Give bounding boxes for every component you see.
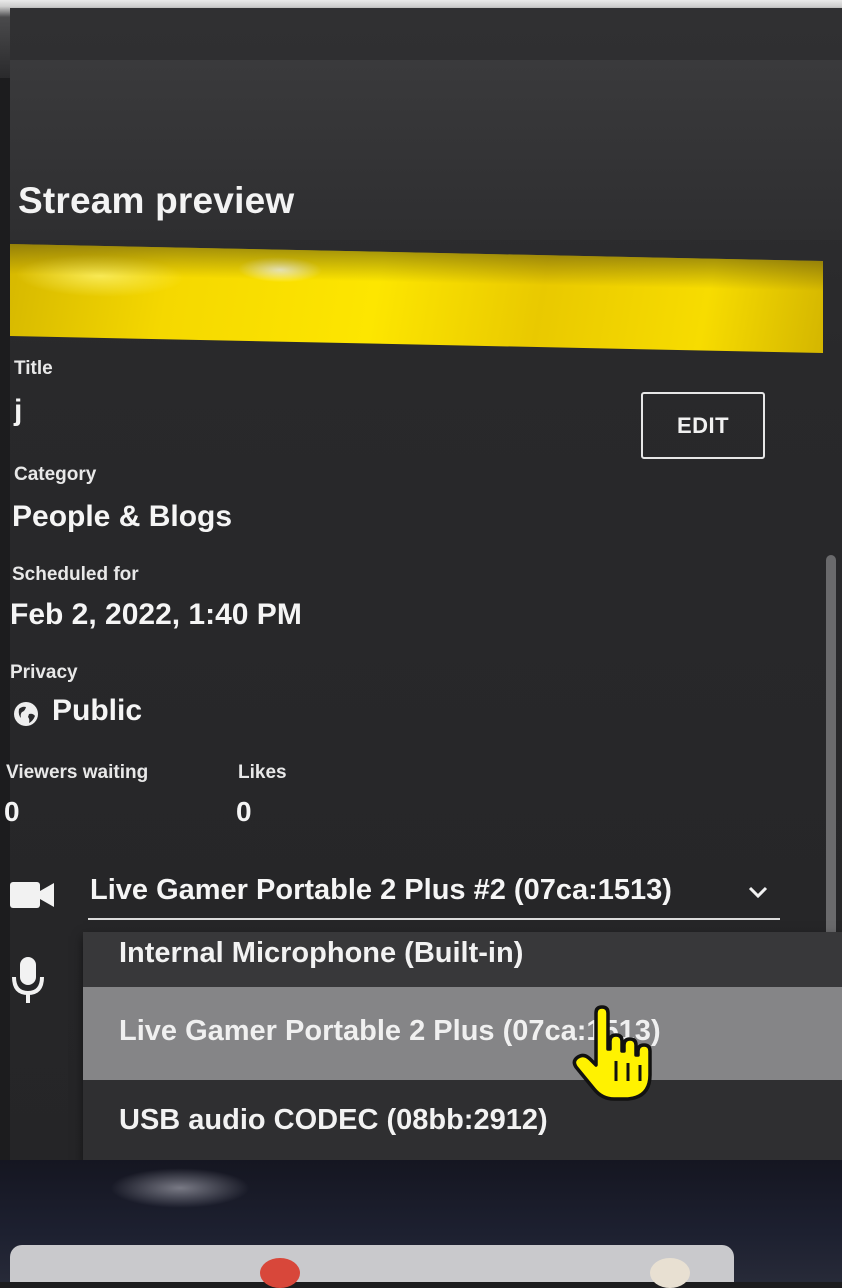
dropdown-option[interactable]: Internal Microphone (Built-in) <box>83 932 842 987</box>
edit-button[interactable]: EDIT <box>641 392 765 459</box>
panel-title: Stream preview <box>18 180 295 221</box>
likes-label: Likes <box>238 762 287 783</box>
desktop-wallpaper-detail <box>110 1168 250 1208</box>
likes-value: 0 <box>236 796 252 827</box>
stream-preview-thumbnail <box>10 244 823 354</box>
category-label: Category <box>14 464 97 485</box>
dropdown-option[interactable]: USB audio CODEC (08bb:2912) <box>83 1080 842 1162</box>
category-value: People & Blogs <box>12 500 233 533</box>
dock-app-icon[interactable] <box>260 1258 300 1288</box>
viewers-label: Viewers waiting <box>6 762 149 783</box>
dropdown-option-hovered[interactable]: Live Gamer Portable 2 Plus (07ca:1513) <box>83 987 842 1080</box>
microphone-icon <box>12 957 44 1003</box>
panel-scrollbar[interactable] <box>826 555 836 955</box>
camera-select-value: Live Gamer Portable 2 Plus #2 (07ca:1513… <box>90 874 672 906</box>
privacy-value: Public <box>52 694 143 727</box>
title-label: Title <box>14 358 53 379</box>
camera-select[interactable]: Live Gamer Portable 2 Plus #2 (07ca:1513… <box>88 862 780 920</box>
privacy-label: Privacy <box>10 662 78 683</box>
chevron-down-icon <box>748 886 768 899</box>
dock-app-icon[interactable] <box>650 1258 690 1288</box>
scheduled-value: Feb 2, 2022, 1:40 PM <box>10 598 302 631</box>
scheduled-label: Scheduled for <box>12 564 139 585</box>
video-camera-icon <box>10 882 54 908</box>
title-value: j <box>14 394 23 427</box>
hand-pointer-cursor-icon <box>572 1005 652 1101</box>
dock <box>10 1245 734 1282</box>
microphone-dropdown: Internal Microphone (Built-in) Live Game… <box>83 932 842 1162</box>
viewers-value: 0 <box>4 796 20 827</box>
globe-icon <box>14 702 38 726</box>
